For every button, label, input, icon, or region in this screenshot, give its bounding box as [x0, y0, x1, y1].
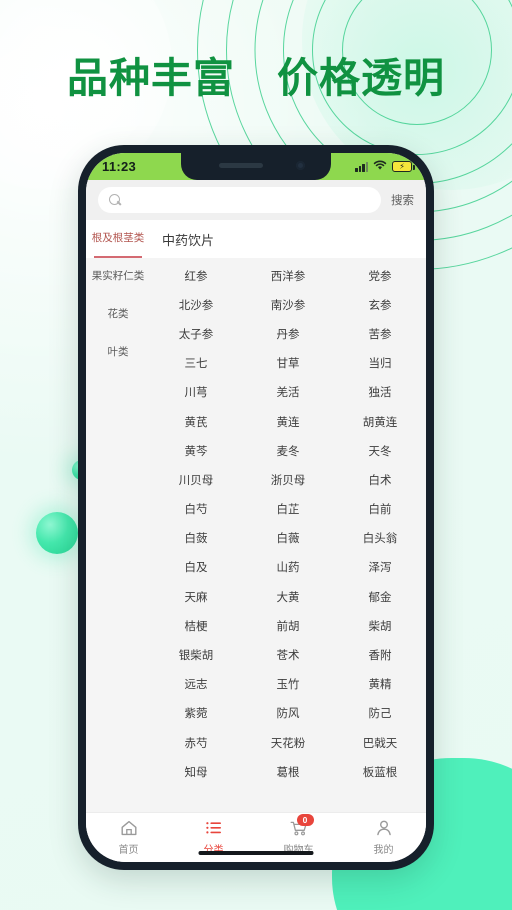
herb-grid-item[interactable]: 苍术: [242, 640, 334, 669]
tab-home[interactable]: 首页: [86, 818, 171, 856]
herb-grid-item[interactable]: 白蔹: [150, 524, 242, 553]
herb-grid-item[interactable]: 板蓝根: [334, 757, 426, 786]
herb-grid-item[interactable]: 南沙参: [242, 290, 334, 319]
herb-grid-item[interactable]: 防己: [334, 699, 426, 728]
herb-grid-item[interactable]: 桔梗: [150, 611, 242, 640]
herb-grid-item[interactable]: 郁金: [334, 582, 426, 611]
herb-grid-item[interactable]: 天花粉: [242, 728, 334, 757]
herb-grid-item[interactable]: 丹参: [242, 319, 334, 348]
herb-grid: 红参 西洋参 党参北沙参 南沙参 玄参太子参 丹参 苦参三七 甘草 当归川芎 羌活 独活黄芪 黄连 胡黄…: [150, 261, 426, 786]
herb-grid-item[interactable]: 麦冬: [242, 436, 334, 465]
herb-grid-item[interactable]: 山药: [242, 553, 334, 582]
herb-grid-item[interactable]: 三七: [150, 349, 242, 378]
tab-label: 首页: [118, 845, 139, 856]
herb-grid-item[interactable]: 白芍: [150, 495, 242, 524]
herb-grid-item[interactable]: 大黄: [242, 582, 334, 611]
herb-grid-item[interactable]: 银柴胡: [150, 640, 242, 669]
herb-grid-item[interactable]: 独活: [334, 378, 426, 407]
herb-grid-item[interactable]: 黄精: [334, 670, 426, 699]
herb-grid-item[interactable]: 黄芩: [150, 436, 242, 465]
herb-grid-item[interactable]: 甘草: [242, 349, 334, 378]
sidebar-item-label: 叶类: [107, 346, 129, 359]
herb-grid-item[interactable]: 浙贝母: [242, 465, 334, 494]
sidebar-item-fruits-seeds[interactable]: 果实籽仁类: [86, 258, 150, 296]
battery-charging-icon: ⚡: [392, 161, 415, 172]
sidebar-item-label: 花类: [107, 308, 129, 321]
herb-grid-item[interactable]: 防风: [242, 699, 334, 728]
home-indicator: [198, 851, 314, 855]
sidebar-item-flowers[interactable]: 花类: [86, 296, 150, 334]
herb-grid-item[interactable]: 赤芍: [150, 728, 242, 757]
herb-grid-item[interactable]: 天麻: [150, 582, 242, 611]
herb-grid-item[interactable]: 玉竹: [242, 670, 334, 699]
tab-profile[interactable]: 我的: [341, 818, 426, 856]
herb-grid-item[interactable]: 白薇: [242, 524, 334, 553]
earpiece-speaker: [219, 163, 263, 168]
herb-grid-item[interactable]: 玄参: [334, 290, 426, 319]
phone-screen: 11:23 ⚡ 搜索 根及根茎类 果实籽仁类 花类 叶类 中药饮片 红参 西洋参…: [86, 153, 426, 862]
herb-grid-item[interactable]: 太子参: [150, 319, 242, 348]
search-button[interactable]: 搜索: [389, 192, 416, 208]
herb-grid-item[interactable]: 天冬: [334, 436, 426, 465]
search-input[interactable]: [127, 194, 370, 206]
user-icon: [374, 818, 394, 838]
herb-grid-item[interactable]: 前胡: [242, 611, 334, 640]
herb-grid-item[interactable]: 紫菀: [150, 699, 242, 728]
herb-grid-item[interactable]: 北沙参: [150, 290, 242, 319]
search-bar: 搜索: [86, 180, 426, 220]
search-icon: [109, 194, 121, 206]
poster-headline: 品种丰富 价格透明: [67, 55, 445, 101]
herb-grid-item[interactable]: 西洋参: [242, 261, 334, 290]
herb-grid-item[interactable]: 柴胡: [334, 611, 426, 640]
decorative-sphere-large: [36, 512, 78, 554]
herb-grid-item[interactable]: 川芎: [150, 378, 242, 407]
category-title: 中药饮片: [150, 220, 426, 258]
herb-grid-item[interactable]: 白芷: [242, 495, 334, 524]
phone-notch: [181, 153, 331, 180]
sidebar-item-leaves[interactable]: 叶类: [86, 334, 150, 372]
tab-label: 我的: [373, 845, 394, 856]
herb-grid-item[interactable]: 白术: [334, 465, 426, 494]
herb-grid-item[interactable]: 黄芪: [150, 407, 242, 436]
herb-grid-item[interactable]: 党参: [334, 261, 426, 290]
herb-grid-item[interactable]: 红参: [150, 261, 242, 290]
list-icon: [204, 818, 224, 838]
status-bar-time: 11:23: [102, 159, 137, 174]
herb-grid-item[interactable]: 白及: [150, 553, 242, 582]
herb-grid-item[interactable]: 川贝母: [150, 465, 242, 494]
sidebar-item-roots[interactable]: 根及根茎类: [86, 220, 150, 258]
category-content: 根及根茎类 果实籽仁类 花类 叶类 中药饮片 红参 西洋参 党参北沙参 南沙参 玄参太子…: [86, 220, 426, 812]
category-main-panel: 中药饮片 红参 西洋参 党参 北沙参 南沙参 玄参 太子参 丹参 苦参 三七 甘草 当归 川芎 羌活 独活黄…: [150, 220, 426, 812]
herb-grid-item[interactable]: 当归: [334, 349, 426, 378]
phone-mockup: 11:23 ⚡ 搜索 根及根茎类 果实籽仁类 花类 叶类 中药饮片 红参 西洋参…: [78, 145, 434, 870]
herb-grid-item[interactable]: 胡黄连: [334, 407, 426, 436]
home-icon: [119, 818, 139, 838]
herb-grid-item[interactable]: 苦参: [334, 319, 426, 348]
herb-grid-item[interactable]: 白前: [334, 495, 426, 524]
front-camera-icon: [296, 161, 305, 170]
herb-grid-item[interactable]: 香附: [334, 640, 426, 669]
herb-grid-item[interactable]: 葛根: [242, 757, 334, 786]
herb-grid-item[interactable]: 泽泻: [334, 553, 426, 582]
signal-bars-icon: [355, 161, 368, 172]
herb-grid-item[interactable]: 羌活: [242, 378, 334, 407]
herb-grid-item[interactable]: 巴戟天: [334, 728, 426, 757]
herb-grid-item[interactable]: 远志: [150, 670, 242, 699]
herb-grid-scroll[interactable]: 红参 西洋参 党参北沙参 南沙参 玄参太子参 丹参 苦参三七 甘草 当归川芎 羌活 独活黄芪 黄连 胡黄…: [150, 258, 426, 812]
herb-grid-item[interactable]: 黄连: [242, 407, 334, 436]
sidebar-item-label: 果实籽仁类: [91, 270, 145, 283]
herb-grid-item[interactable]: 白头翁: [334, 524, 426, 553]
category-sidebar: 根及根茎类 果实籽仁类 花类 叶类: [86, 220, 150, 812]
search-field-wrapper[interactable]: [98, 187, 381, 213]
wifi-icon: [373, 158, 387, 176]
status-bar-indicators: ⚡: [355, 158, 415, 176]
cart-badge: 0: [296, 814, 314, 826]
sidebar-item-label: 根及根茎类: [91, 232, 145, 245]
herb-grid-item[interactable]: 知母: [150, 757, 242, 786]
